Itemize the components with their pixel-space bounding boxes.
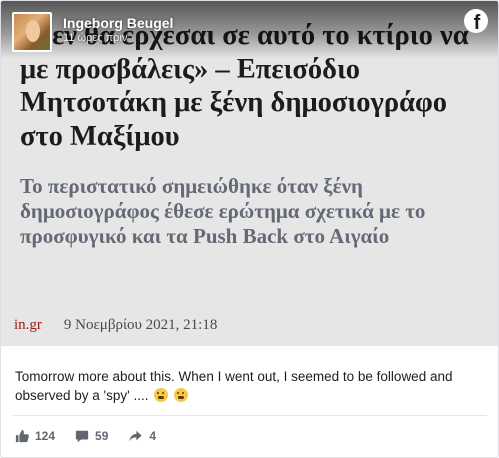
facebook-post-card: «Δεν θα έρχεσαι σε αυτό το κτίριο να με …: [0, 0, 499, 458]
comments-stat[interactable]: 59: [75, 429, 108, 443]
like-icon: [15, 429, 29, 443]
shares-count: 4: [149, 429, 157, 443]
divider: [13, 415, 487, 416]
post-timestamp[interactable]: 11 ώρες πριν: [63, 32, 127, 44]
article-date: 9 Νοεμβρίου 2021, 21:18: [63, 317, 218, 333]
article-source[interactable]: in.gr: [14, 317, 42, 334]
thinking-face-icon: [154, 388, 169, 402]
face-screaming-in-fear-icon: [174, 388, 189, 402]
likes-count: 124: [35, 429, 56, 443]
shares-stat[interactable]: 4: [128, 429, 156, 443]
likes-stat[interactable]: 124: [15, 429, 55, 443]
article-meta: in.gr 9 Νοεμβρίου 2021, 21:18: [14, 317, 217, 334]
author-name[interactable]: Ingeborg Beugel: [63, 15, 173, 31]
comments-count: 59: [95, 429, 109, 443]
article-subheadline: Το περιστατικό σημειώθηκε όταν ξένη δημο…: [20, 174, 426, 248]
facebook-logo-icon[interactable]: f: [464, 9, 488, 34]
comment-icon: [75, 430, 89, 443]
share-icon: [129, 430, 143, 442]
article-screenshot[interactable]: «Δεν θα έρχεσαι σε αυτό το κτίριο να με …: [1, 1, 498, 346]
post-caption: Tomorrow more about this. When I went ou…: [15, 367, 485, 405]
author-avatar[interactable]: [12, 12, 52, 52]
engagement-bar: 124 59 4: [15, 429, 156, 443]
post-caption-text: Tomorrow more about this. When I went ou…: [15, 369, 453, 403]
